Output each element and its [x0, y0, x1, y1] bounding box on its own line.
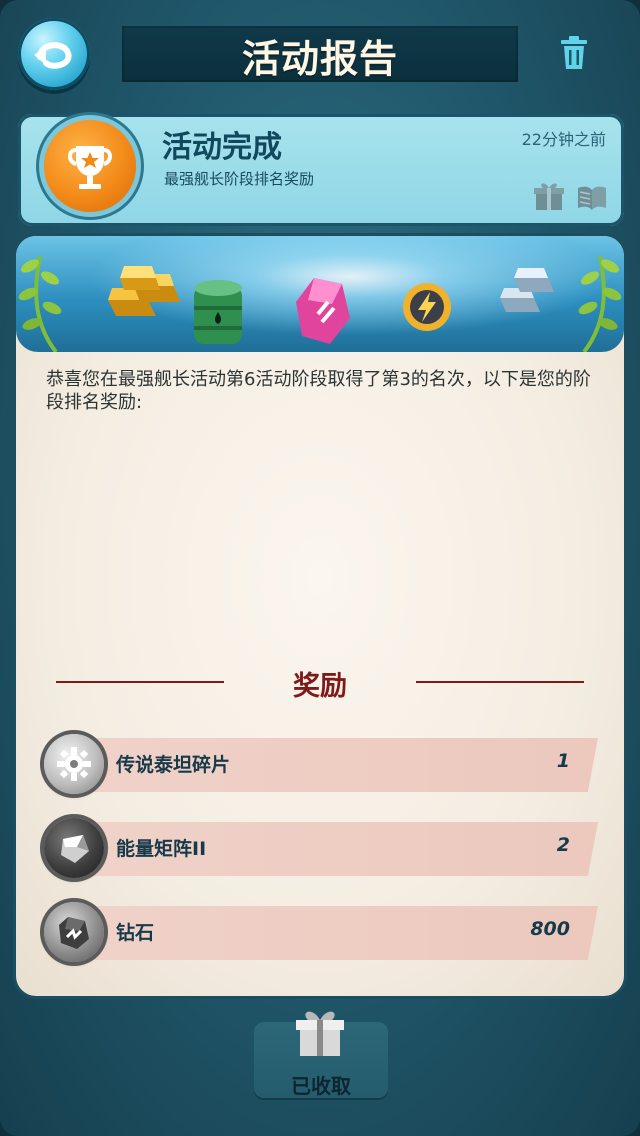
claimed-label: 已收取 [291, 1074, 351, 1098]
pink-crystal-icon [296, 278, 350, 344]
gift-box-icon [296, 1011, 344, 1056]
rewards-heading: 奖励 [293, 671, 347, 702]
diamond-icon [44, 902, 104, 962]
reward-quantity: 1 [556, 750, 570, 772]
laurel-right-decoration [578, 255, 622, 352]
reward-quantity: 800 [530, 918, 570, 940]
page-title: 活动报告 [241, 37, 398, 81]
laurel-left-decoration [18, 255, 62, 352]
congratulations-message: 恭喜您在最强舰长活动第6活动阶段取得了第3的名次，以下是您的阶段排名奖励: [46, 369, 591, 413]
trophy-star-icon [68, 146, 112, 189]
back-button[interactable] [18, 18, 90, 90]
gold-bars-icon [108, 266, 180, 316]
reward-quantity: 2 [556, 834, 570, 856]
reward-strip [90, 906, 598, 960]
trophy-badge [44, 120, 136, 212]
reward-name: 钻石 [116, 922, 155, 944]
gear-shard-icon [44, 734, 104, 794]
header: 活动报告 [0, 0, 640, 110]
trash-icon [561, 36, 587, 69]
metal-ingots-icon [500, 268, 554, 312]
reward-row: 能量矩阵II 2 [44, 818, 598, 878]
oil-barrel-icon [194, 280, 242, 344]
reward-banner-image [16, 236, 624, 352]
energy-matrix-icon [44, 818, 104, 878]
delete-button[interactable] [556, 34, 592, 72]
reward-name: 能量矩阵II [116, 838, 207, 860]
back-arrow-icon [34, 42, 72, 69]
event-subtitle: 最强舰长阶段排名奖励 [164, 170, 315, 188]
reward-row: 传说泰坦碎片 1 [44, 734, 598, 794]
report-panel [16, 236, 624, 996]
book-icon[interactable] [576, 184, 608, 212]
reward-name: 传说泰坦碎片 [116, 754, 231, 776]
energy-coin-icon [403, 283, 451, 331]
reward-row: 钻石 800 [44, 902, 598, 962]
screen-frame: 活动报告 活动完成 最强舰长阶段排名奖励 22分钟之前 恭喜您在最强舰长活动第6… [0, 0, 640, 1136]
event-title: 活动完成 [162, 130, 282, 165]
gift-icon[interactable] [534, 180, 564, 212]
event-timestamp: 22分钟之前 [521, 130, 606, 149]
